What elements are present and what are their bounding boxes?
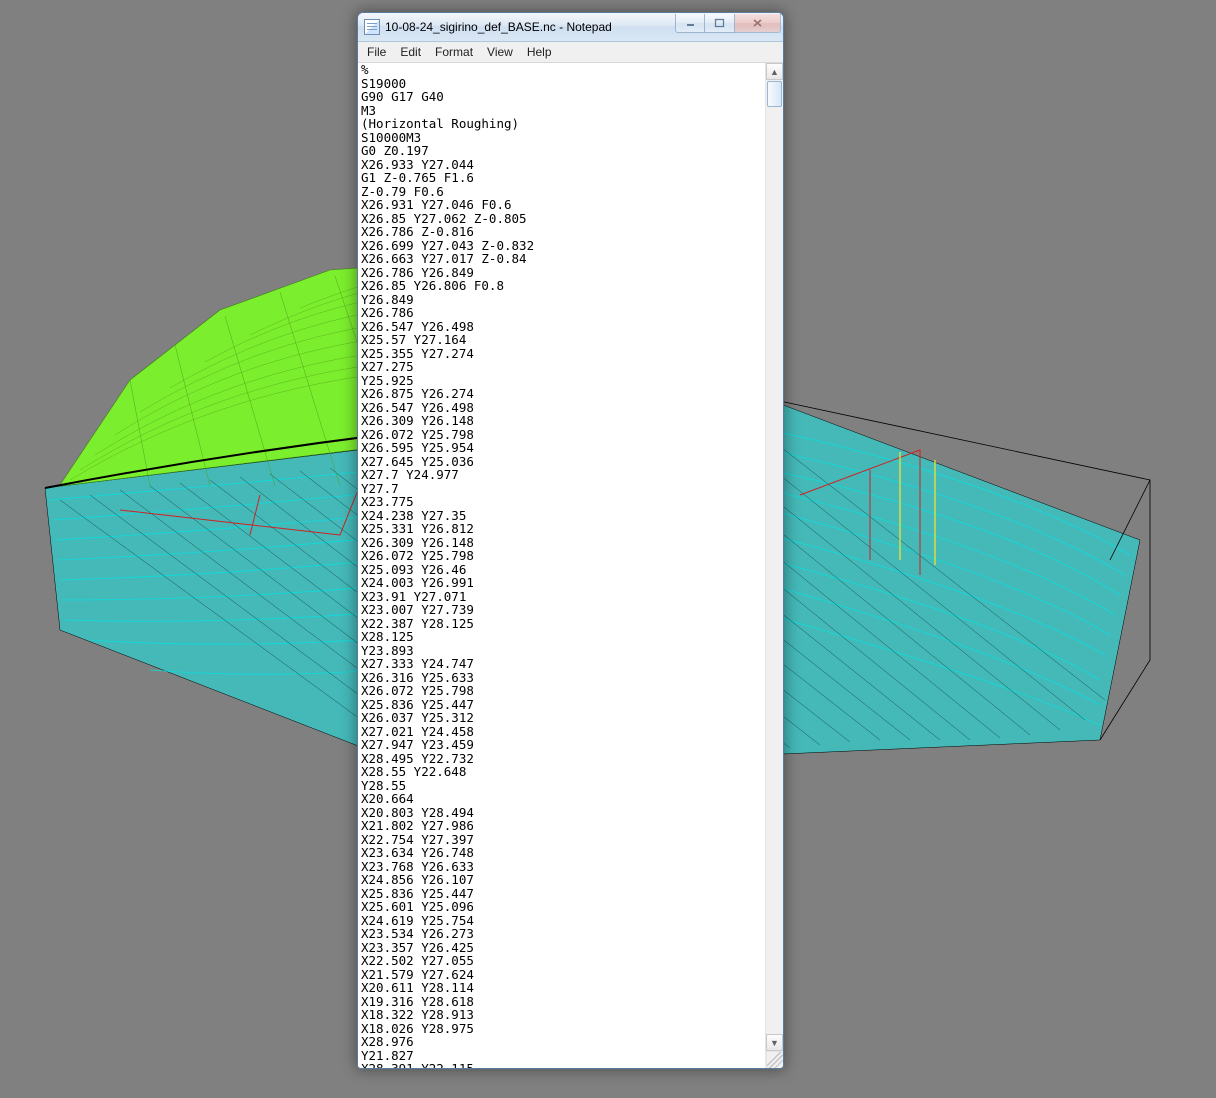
scroll-up-button[interactable]: ▲ (766, 63, 783, 80)
scroll-thumb[interactable] (767, 81, 782, 107)
resize-grip-icon[interactable] (766, 1051, 783, 1068)
menu-file[interactable]: File (360, 44, 393, 60)
maximize-button[interactable] (705, 14, 735, 33)
menu-view[interactable]: View (480, 44, 520, 60)
editor-text[interactable]: % S19000 G90 G17 G40 M3 (Horizontal Roug… (358, 63, 765, 1068)
menubar: File Edit Format View Help (358, 42, 783, 63)
client-area: % S19000 G90 G17 G40 M3 (Horizontal Roug… (358, 63, 783, 1068)
notepad-window: 10-08-24_sigirino_def_BASE.nc - Notepad … (357, 12, 784, 1069)
close-button[interactable] (735, 14, 781, 33)
titlebar[interactable]: 10-08-24_sigirino_def_BASE.nc - Notepad (358, 13, 783, 42)
window-title: 10-08-24_sigirino_def_BASE.nc - Notepad (385, 20, 612, 34)
minimize-button[interactable] (675, 14, 705, 33)
menu-help[interactable]: Help (520, 44, 559, 60)
window-controls (675, 14, 781, 34)
vertical-scrollbar[interactable]: ▲ ▼ (765, 63, 783, 1068)
menu-format[interactable]: Format (428, 44, 480, 60)
menu-edit[interactable]: Edit (393, 44, 428, 60)
scroll-down-button[interactable]: ▼ (766, 1034, 783, 1051)
notepad-icon (364, 19, 380, 35)
